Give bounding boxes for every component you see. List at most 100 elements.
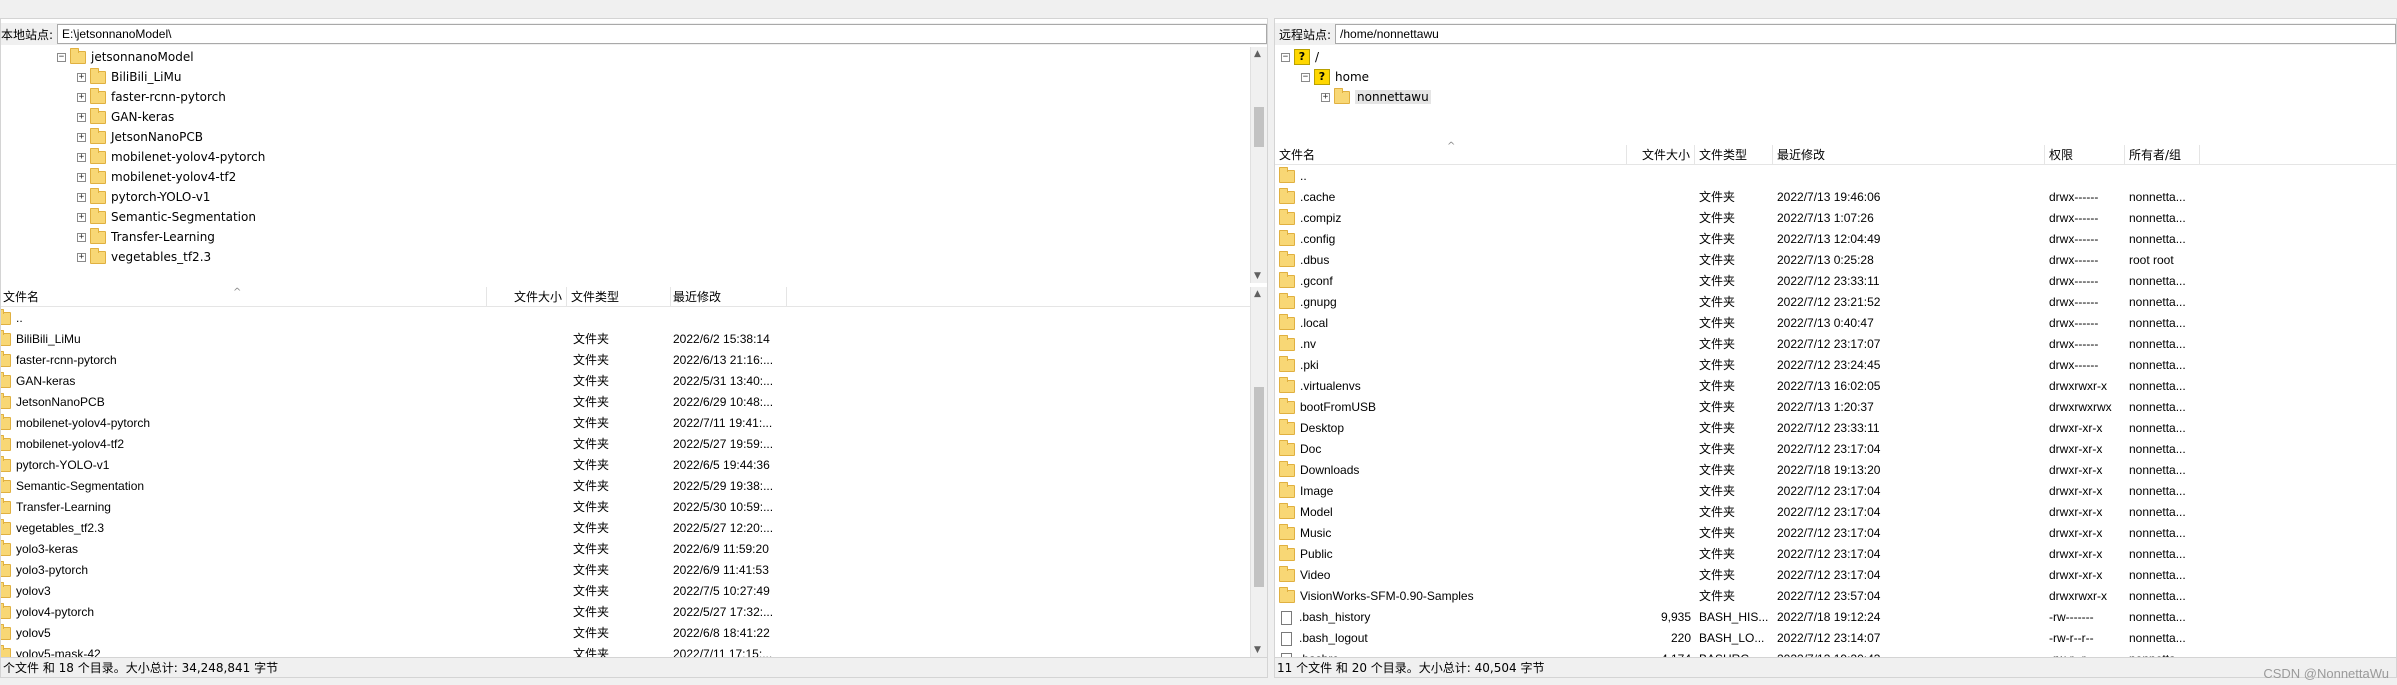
collapse-icon[interactable]: − (1301, 72, 1310, 82)
col-filetype[interactable]: 文件类型 (1695, 145, 1773, 165)
folder-icon (1, 603, 11, 620)
local-path-input[interactable]: E:\jetsonnanoModel\ (57, 24, 1267, 44)
table-row[interactable]: pytorch-YOLO-v1 文件夹 2022/6/5 19:44:36 (1, 455, 1250, 476)
collapse-icon[interactable]: − (57, 52, 66, 62)
table-row[interactable]: .gconf 文件夹 2022/7/12 23:33:11 drwx------ non… (1275, 271, 2396, 292)
owner: nonnetta... (2129, 463, 2186, 477)
local-tree-scrollbar[interactable]: ▲ ▼ (1250, 47, 1267, 283)
table-row[interactable]: yolo3-keras 文件夹 2022/6/9 11:59:20 (1, 539, 1250, 560)
col-permissions[interactable]: 权限 (2045, 145, 2125, 165)
table-row[interactable]: faster-rcnn-pytorch 文件夹 2022/6/13 21:16:..… (1, 350, 1250, 371)
tree-node[interactable]: + mobilenet-yolov4-tf2 (77, 167, 236, 187)
tree-node[interactable]: + pytorch-YOLO-v1 (77, 187, 210, 207)
filetype: 文件夹 (573, 647, 610, 657)
tree-node[interactable]: + faster-rcnn-pytorch (77, 87, 226, 107)
tree-node[interactable]: + Transfer-Learning (77, 227, 215, 247)
remote-path-input[interactable]: /home/nonnettawu (1335, 24, 2396, 44)
table-row[interactable]: yolov3 文件夹 2022/7/5 10:27:49 (1, 581, 1250, 602)
scroll-down-icon[interactable]: ▼ (1254, 645, 1261, 655)
filename: Model (1300, 505, 1333, 519)
scroll-thumb[interactable] (1254, 107, 1264, 147)
expand-icon[interactable]: + (77, 72, 86, 82)
table-row[interactable]: BiliBili_LiMu 文件夹 2022/6/2 15:38:14 (1, 329, 1250, 350)
table-row[interactable]: vegetables_tf2.3 文件夹 2022/5/27 12:20:... (1, 518, 1250, 539)
filetype (1699, 166, 1773, 187)
expand-icon[interactable]: + (77, 252, 86, 262)
col-modified[interactable]: 最近修改 (1773, 145, 2045, 165)
filename-cell: .local (1279, 313, 1625, 334)
local-list-scrollbar[interactable]: ▲ ▼ (1250, 287, 1267, 657)
table-row[interactable]: yolov4-pytorch 文件夹 2022/5/27 17:32:... (1, 602, 1250, 623)
expand-icon[interactable]: + (77, 132, 86, 142)
expand-icon[interactable]: + (77, 92, 86, 102)
table-row[interactable]: Transfer-Learning 文件夹 2022/5/30 10:59:... (1, 497, 1250, 518)
table-row[interactable]: JetsonNanoPCB 文件夹 2022/6/29 10:48:... (1, 392, 1250, 413)
table-row[interactable]: Video 文件夹 2022/7/12 23:17:04 drwxr-xr-x nonn… (1275, 565, 2396, 586)
expand-icon[interactable]: + (1321, 92, 1330, 102)
tree-node[interactable]: −? / (1281, 47, 1319, 67)
expand-icon[interactable]: + (77, 192, 86, 202)
table-row[interactable]: GAN-keras 文件夹 2022/5/31 13:40:... (1, 371, 1250, 392)
scroll-up-icon[interactable]: ▲ (1254, 49, 1261, 59)
expand-icon[interactable]: + (77, 212, 86, 222)
table-row[interactable]: yolov5 文件夹 2022/6/8 18:41:22 (1, 623, 1250, 644)
tree-node-label: mobilenet-yolov4-tf2 (111, 170, 237, 184)
scroll-down-icon[interactable]: ▼ (1254, 271, 1261, 281)
col-filename[interactable]: 文件名 (1, 287, 487, 307)
col-filetype[interactable]: 文件类型 (567, 287, 671, 307)
table-row[interactable]: mobilenet-yolov4-pytorch 文件夹 2022/7/11 19:… (1, 413, 1250, 434)
table-row[interactable]: Model 文件夹 2022/7/12 23:17:04 drwxr-xr-x nonn… (1275, 502, 2396, 523)
tree-node[interactable]: + GAN-keras (77, 107, 174, 127)
table-row[interactable]: VisionWorks-SFM-0.90-Samples 文件夹 2022/7/12… (1275, 586, 2396, 607)
table-row[interactable]: Semantic-Segmentation 文件夹 2022/5/29 19:38:… (1, 476, 1250, 497)
table-row[interactable]: Downloads 文件夹 2022/7/18 19:13:20 drwxr-xr-x… (1275, 460, 2396, 481)
table-row[interactable]: Doc 文件夹 2022/7/12 23:17:04 drwxr-xr-x nonnet… (1275, 439, 2396, 460)
table-row[interactable]: .gnupg 文件夹 2022/7/12 23:21:52 drwx------ non… (1275, 292, 2396, 313)
table-row[interactable]: .dbus 文件夹 2022/7/13 0:25:28 drwx------ root … (1275, 250, 2396, 271)
table-row[interactable]: yolo3-pytorch 文件夹 2022/6/9 11:41:53 (1, 560, 1250, 581)
collapse-icon[interactable]: − (1281, 52, 1290, 62)
scroll-up-icon[interactable]: ▲ (1254, 289, 1261, 299)
expand-icon[interactable]: + (77, 232, 86, 242)
table-row[interactable]: .bashrc4,174 BASHRC ... 2022/7/13 19:20:43… (1275, 649, 2396, 657)
table-row[interactable]: .pki 文件夹 2022/7/12 23:24:45 drwx------ nonne… (1275, 355, 2396, 376)
tree-node[interactable]: + JetsonNanoPCB (77, 127, 203, 147)
tree-node[interactable]: + vegetables_tf2.3 (77, 247, 211, 267)
tree-node[interactable]: + Semantic-Segmentation (77, 207, 256, 227)
table-row[interactable]: .bash_logout 220 BASH_LO... 2022/7/12 23:14… (1275, 628, 2396, 649)
table-row[interactable]: .compiz 文件夹 2022/7/13 1:07:26 drwx------ non… (1275, 208, 2396, 229)
tree-node[interactable]: + mobilenet-yolov4-pytorch (77, 147, 265, 167)
col-filename[interactable]: 文件名 (1275, 145, 1627, 165)
tree-node[interactable]: + BiliBili_LiMu (77, 67, 181, 87)
table-row[interactable]: .. (1275, 166, 2396, 187)
tree-node[interactable]: − jetsonnanoModel (57, 47, 194, 67)
table-row[interactable]: mobilenet-yolov4-tf2 文件夹 2022/5/27 19:59:.… (1, 434, 1250, 455)
expand-icon[interactable]: + (77, 112, 86, 122)
tree-node[interactable]: −? home (1301, 67, 1369, 87)
scroll-thumb[interactable] (1254, 387, 1264, 587)
expand-icon[interactable]: + (77, 152, 86, 162)
table-row[interactable]: .cache 文件夹 2022/7/13 19:46:06 drwx------ non… (1275, 187, 2396, 208)
table-row[interactable]: bootFromUSB 文件夹 2022/7/13 1:20:37 drwxrwxrw… (1275, 397, 2396, 418)
table-row[interactable]: .config 文件夹 2022/7/13 12:04:49 drwx------ no… (1275, 229, 2396, 250)
table-row[interactable]: Image 文件夹 2022/7/12 23:17:04 drwxr-xr-x nonn… (1275, 481, 2396, 502)
col-modified[interactable]: 最近修改 (671, 287, 787, 307)
table-row[interactable]: Desktop 文件夹 2022/7/12 23:33:11 drwxr-xr-x no… (1275, 418, 2396, 439)
table-row[interactable]: .nv 文件夹 2022/7/12 23:17:07 drwx------ nonnet… (1275, 334, 2396, 355)
tree-node[interactable]: + nonnettawu (1321, 87, 1431, 107)
remote-directory-tree[interactable]: −? / −? home + nonnettawu (1275, 47, 2396, 139)
expand-icon[interactable]: + (77, 172, 86, 182)
table-row[interactable]: .virtualenvs 文件夹 2022/7/13 16:02:05 drwxrwx… (1275, 376, 2396, 397)
local-directory-tree[interactable]: − jetsonnanoModel + BiliBili_LiMu + faster-rc… (1, 47, 1267, 283)
col-filesize[interactable]: 文件大小 (1627, 145, 1695, 165)
table-row[interactable]: .. (1, 308, 1250, 329)
table-row[interactable]: .local 文件夹 2022/7/13 0:40:47 drwx------ nonn… (1275, 313, 2396, 334)
table-row[interactable]: Public 文件夹 2022/7/12 23:17:04 drwxr-xr-x non… (1275, 544, 2396, 565)
table-row[interactable]: yolov5-mask-42 文件夹 2022/7/11 17:15:... (1, 644, 1250, 657)
tree-node-label: vegetables_tf2.3 (111, 250, 212, 264)
table-row[interactable]: .bash_history 9,935 BASH_HIS... 2022/7/18 1… (1275, 607, 2396, 628)
col-owner[interactable]: 所有者/组 (2125, 145, 2200, 165)
table-row[interactable]: Music 文件夹 2022/7/12 23:17:04 drwxr-xr-x nonn… (1275, 523, 2396, 544)
filename: mobilenet-yolov4-tf2 (16, 437, 125, 451)
col-filesize[interactable]: 文件大小 (487, 287, 567, 307)
